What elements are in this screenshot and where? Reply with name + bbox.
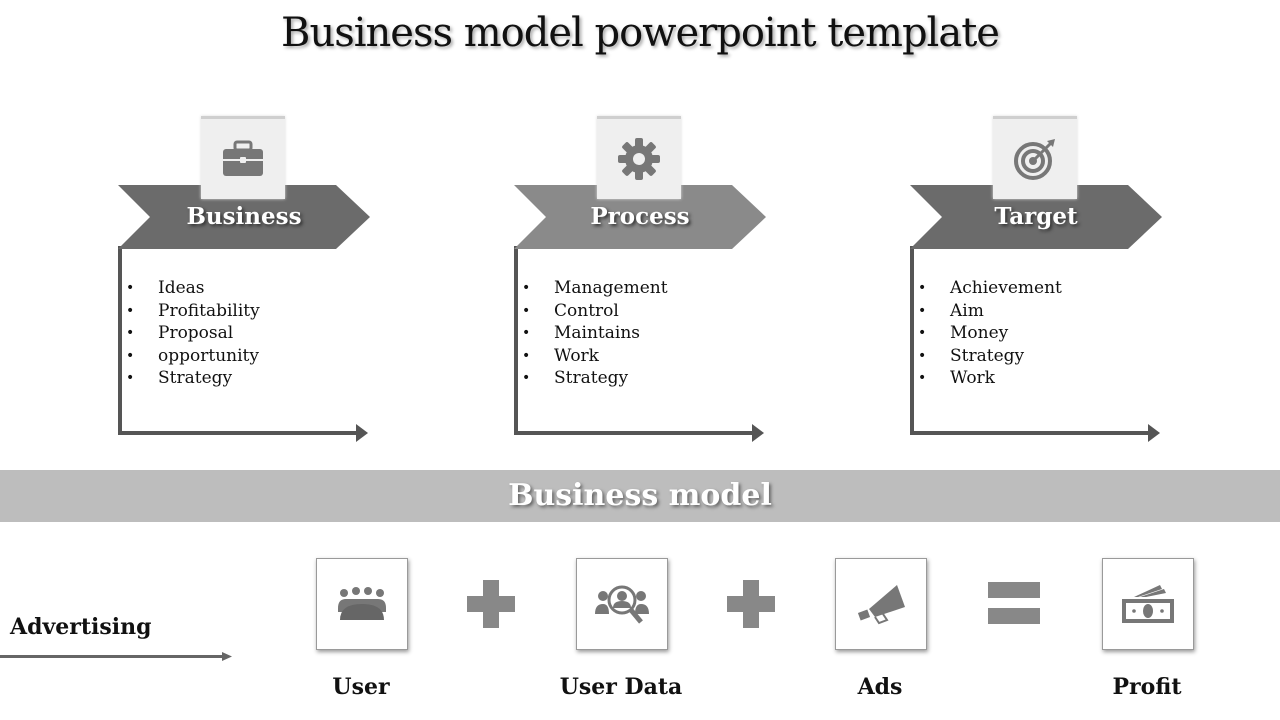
- list-item: Money: [918, 322, 1062, 345]
- card-title: Process: [590, 203, 690, 230]
- list-item: Work: [918, 367, 1062, 390]
- card-business: Business Ideas Profitability Proposal op…: [118, 114, 378, 444]
- gear-icon: [618, 138, 660, 180]
- bullet-list: Ideas Profitability Proposal opportunity…: [126, 277, 260, 390]
- money-icon: [1122, 585, 1174, 623]
- megaphone-icon: [857, 585, 905, 625]
- list-item: Ideas: [126, 277, 260, 300]
- tile-ads: [835, 558, 927, 650]
- list-item: Aim: [918, 300, 1062, 323]
- list-item: Strategy: [522, 367, 668, 390]
- advertising-label: Advertising: [10, 614, 152, 640]
- bullet-list: Management Control Maintains Work Strate…: [522, 277, 668, 390]
- plus-icon: [467, 580, 515, 628]
- list-item: Strategy: [126, 367, 260, 390]
- target-icon: [1014, 139, 1055, 180]
- card-title: Target: [994, 203, 1078, 230]
- list-item: Proposal: [126, 322, 260, 345]
- section-band-title: Business model: [508, 478, 772, 513]
- list-item: Strategy: [918, 345, 1062, 368]
- list-item: Work: [522, 345, 668, 368]
- list-item: Maintains: [522, 322, 668, 345]
- list-item: Profitability: [126, 300, 260, 323]
- group-icon: [338, 587, 386, 620]
- card-process: Process Management Control Maintains Wor…: [514, 114, 774, 444]
- card-title: Business: [186, 203, 302, 230]
- slide-title: Business model powerpoint template: [281, 10, 1000, 56]
- tile-profit: [1102, 558, 1194, 650]
- user-search-icon: [595, 585, 649, 624]
- tile-label-user-data: User Data: [559, 674, 683, 700]
- briefcase-icon: [223, 140, 263, 176]
- plus-icon: [727, 580, 775, 628]
- bullet-list: Achievement Aim Money Strategy Work: [918, 277, 1062, 390]
- tile-label-user: User: [332, 674, 390, 700]
- tile-user: [316, 558, 408, 650]
- list-item: Management: [522, 277, 668, 300]
- card-target: Target Achievement Aim Money Strategy Wo…: [910, 114, 1170, 444]
- tile-user-data: [576, 558, 668, 650]
- tile-label-ads: Ads: [857, 674, 903, 700]
- list-item: Achievement: [918, 277, 1062, 300]
- advertising-arrow: [0, 652, 232, 661]
- list-item: Control: [522, 300, 668, 323]
- equals-icon: [988, 582, 1040, 624]
- tile-label-profit: Profit: [1112, 674, 1182, 700]
- list-item: opportunity: [126, 345, 260, 368]
